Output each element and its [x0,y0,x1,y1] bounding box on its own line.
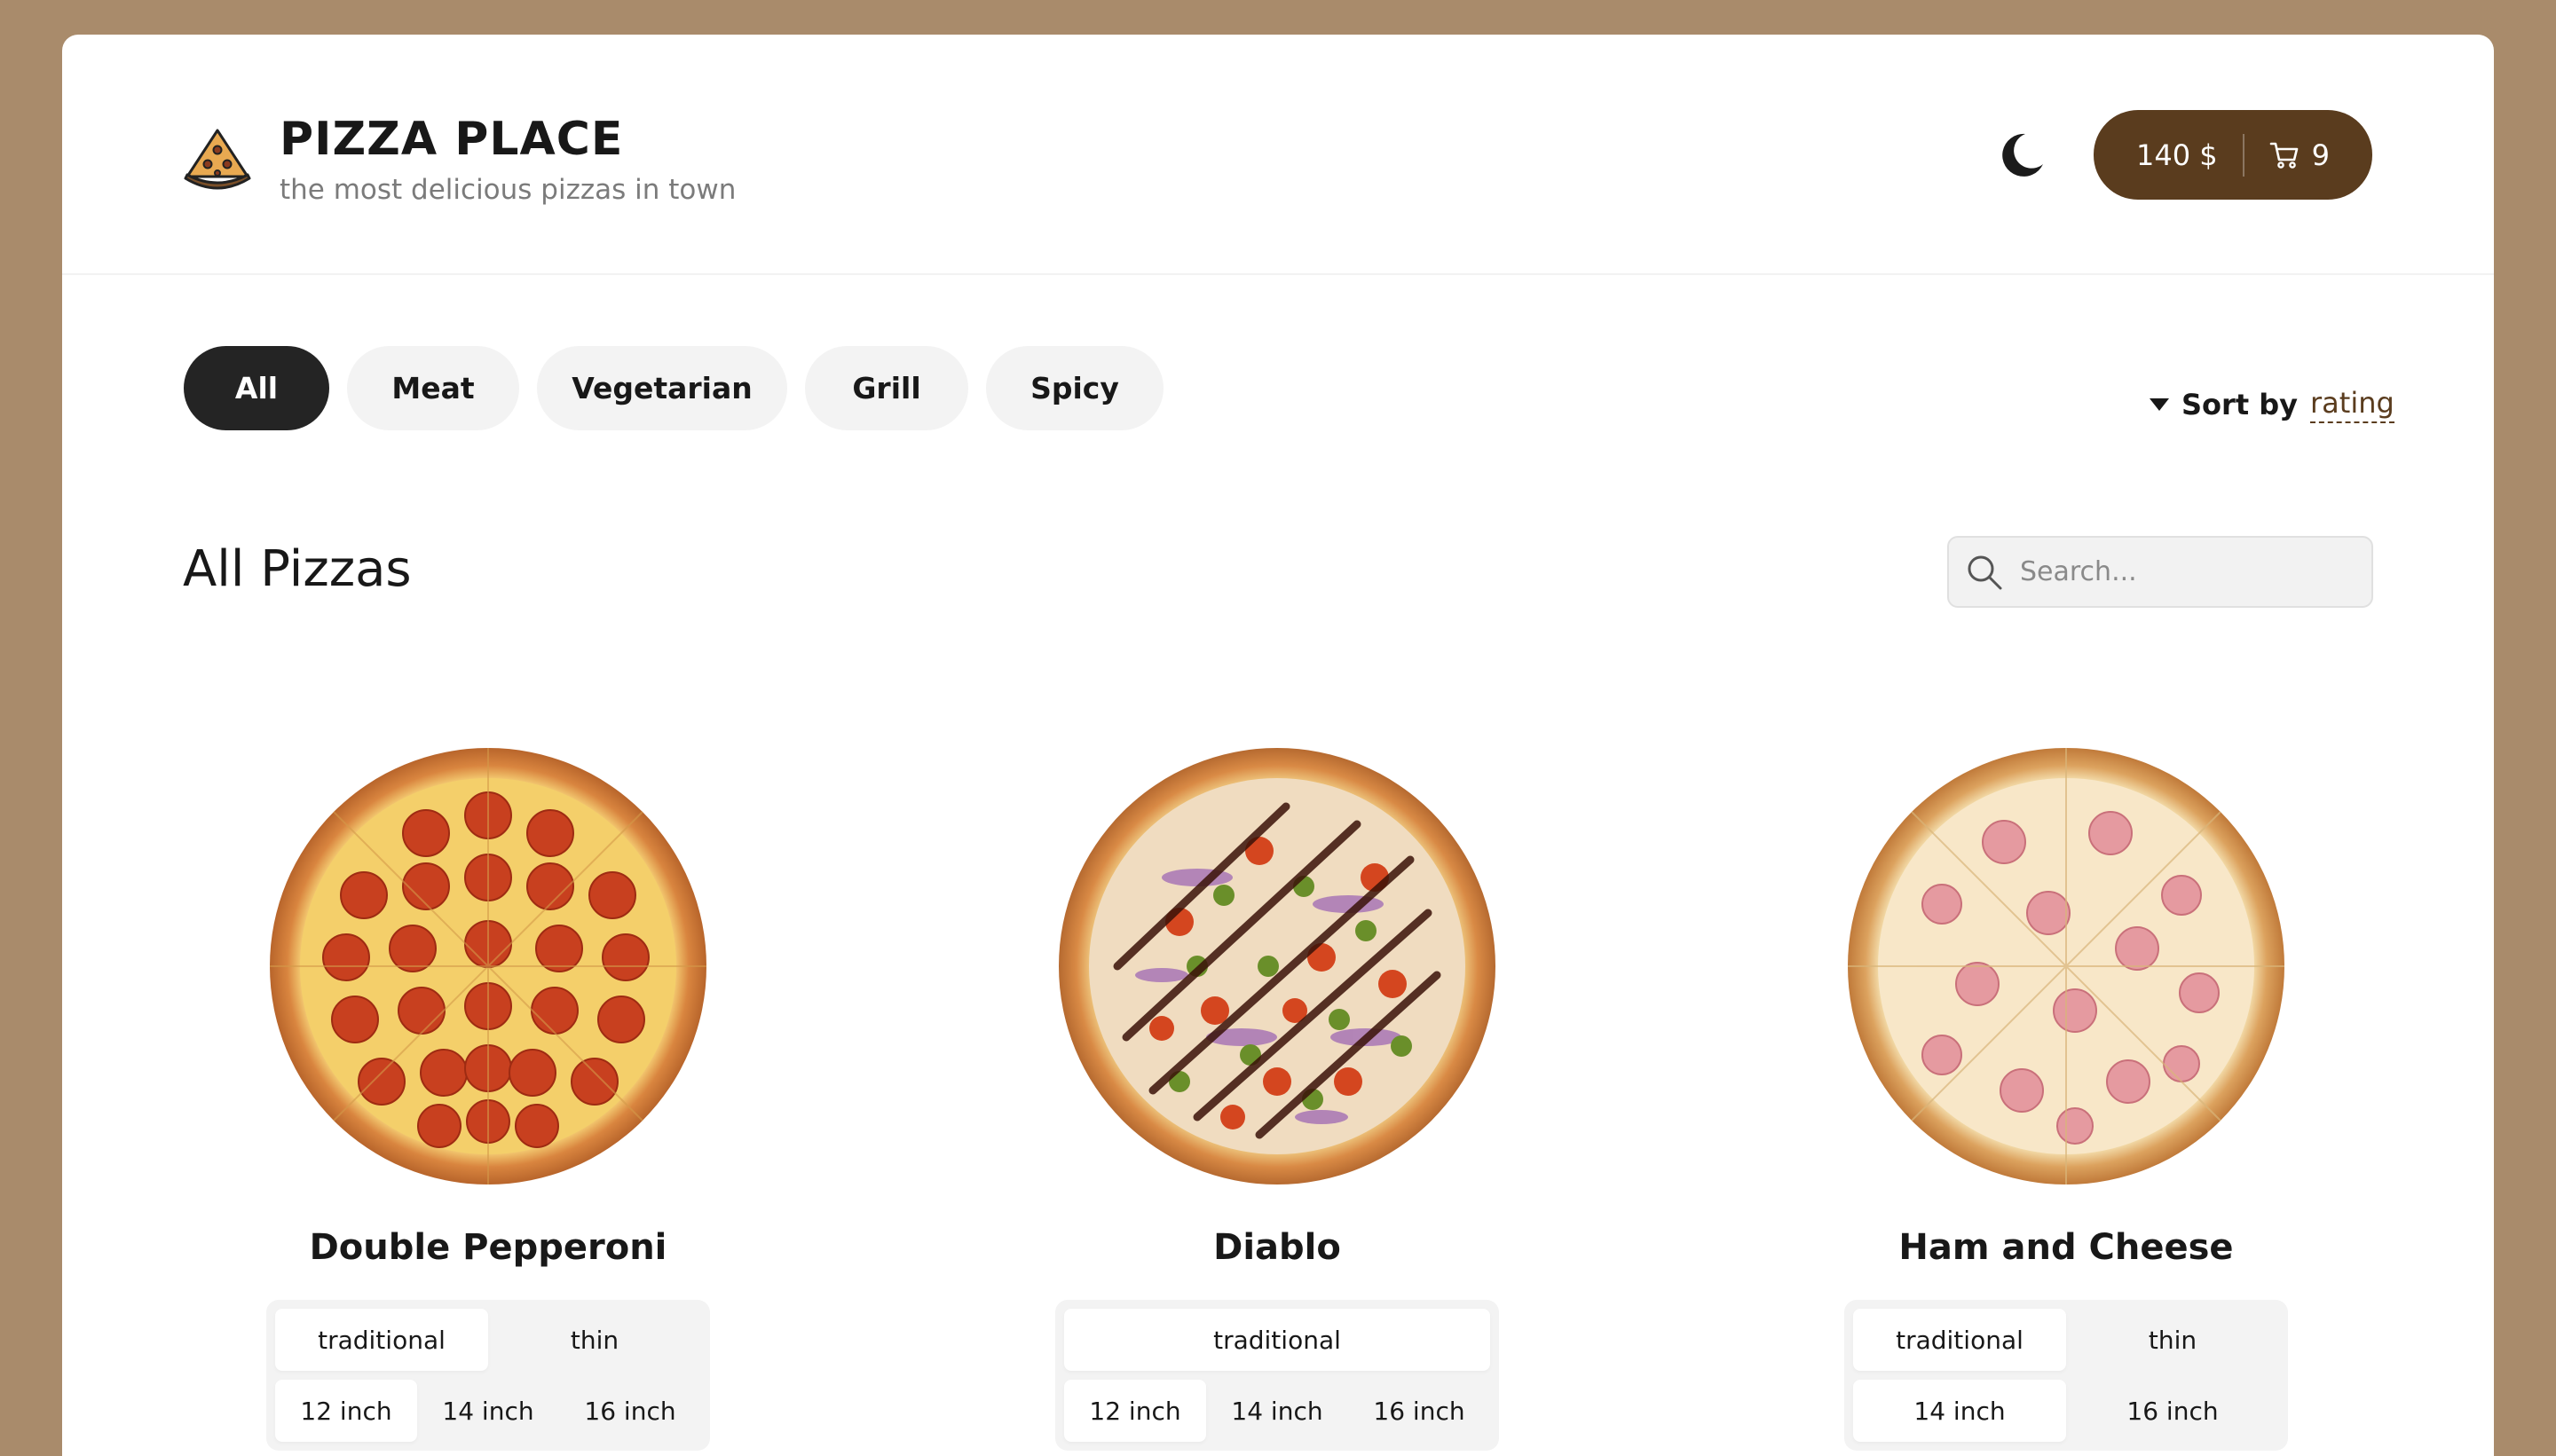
triangle-down-icon[interactable] [2150,398,2169,411]
size-option[interactable]: 14 inch [1206,1380,1348,1442]
pizza-name: Diablo [1213,1227,1341,1268]
size-option[interactable]: 16 inch [559,1380,701,1442]
size-options: 12 inch 14 inch 16 inch [275,1380,701,1442]
pizza-card: Diablo traditional 12 inch 14 inch 16 in… [1055,744,1499,1451]
size-options: 12 inch 14 inch 16 inch [1064,1380,1490,1442]
pizza-options: traditional thin 12 inch 14 inch 16 inch [266,1300,710,1451]
logo-text: PIZZA PLACE the most delicious pizzas in… [280,116,736,204]
moon-icon[interactable] [1995,129,2048,182]
dough-option[interactable]: traditional [1853,1309,2066,1371]
sort-value[interactable]: rating [2310,386,2394,423]
cart-count-group: 9 [2269,138,2330,172]
size-option[interactable]: 12 inch [275,1380,417,1442]
pizza-image [270,748,706,1184]
dough-options: traditional [1064,1309,1490,1371]
dough-option[interactable]: thin [488,1309,701,1371]
logo[interactable]: PIZZA PLACE the most delicious pizzas in… [182,116,736,204]
app-container: PIZZA PLACE the most delicious pizzas in… [62,35,2494,1456]
search-icon [1968,555,2002,589]
size-option[interactable]: 16 inch [1348,1380,1490,1442]
pizza-name: Ham and Cheese [1898,1227,2234,1268]
size-option[interactable]: 14 inch [417,1380,559,1442]
pizza-card: Ham and Cheese traditional thin 14 inch … [1844,744,2288,1451]
pizza-image [1059,748,1495,1184]
pizza-card: Double Pepperoni traditional thin 12 inc… [266,744,710,1451]
dough-options: traditional thin [1853,1309,2279,1371]
cart-total: 140 $ [2136,138,2218,172]
cart-count: 9 [2311,138,2330,172]
pizza-name: Double Pepperoni [309,1227,667,1268]
cart-button[interactable]: 140 $ 9 [2094,110,2372,200]
sort-label: Sort by [2181,388,2299,421]
category-vegetarian[interactable]: Vegetarian [537,346,787,430]
header: PIZZA PLACE the most delicious pizzas in… [62,35,2494,275]
dough-option[interactable]: thin [2066,1309,2279,1371]
category-spicy[interactable]: Spicy [986,346,1164,430]
category-list: All Meat Vegetarian Grill Spicy [184,346,1164,430]
size-options: 14 inch 16 inch [1853,1380,2279,1442]
dough-option[interactable]: traditional [275,1309,488,1371]
dough-option[interactable]: traditional [1064,1309,1490,1371]
size-option[interactable]: 16 inch [2066,1380,2279,1442]
size-option[interactable]: 14 inch [1853,1380,2066,1442]
pizza-image [1848,748,2284,1184]
category-grill[interactable]: Grill [805,346,968,430]
category-meat[interactable]: Meat [347,346,519,430]
cart-divider [2242,133,2244,177]
dough-options: traditional thin [275,1309,701,1371]
category-all[interactable]: All [184,346,329,430]
size-option[interactable]: 12 inch [1064,1380,1206,1442]
pizza-options: traditional 12 inch 14 inch 16 inch [1055,1300,1499,1451]
cart-icon [2269,142,2298,169]
pizza-slice-icon [184,129,251,189]
search-box[interactable] [1947,536,2373,608]
sort-control: Sort by rating [2150,386,2394,423]
section-title: All Pizzas [183,540,412,598]
pizza-options: traditional thin 14 inch 16 inch [1844,1300,2288,1451]
search-input[interactable] [2020,556,2357,587]
site-title: PIZZA PLACE [280,113,624,166]
site-subtitle: the most delicious pizzas in town [280,174,737,206]
